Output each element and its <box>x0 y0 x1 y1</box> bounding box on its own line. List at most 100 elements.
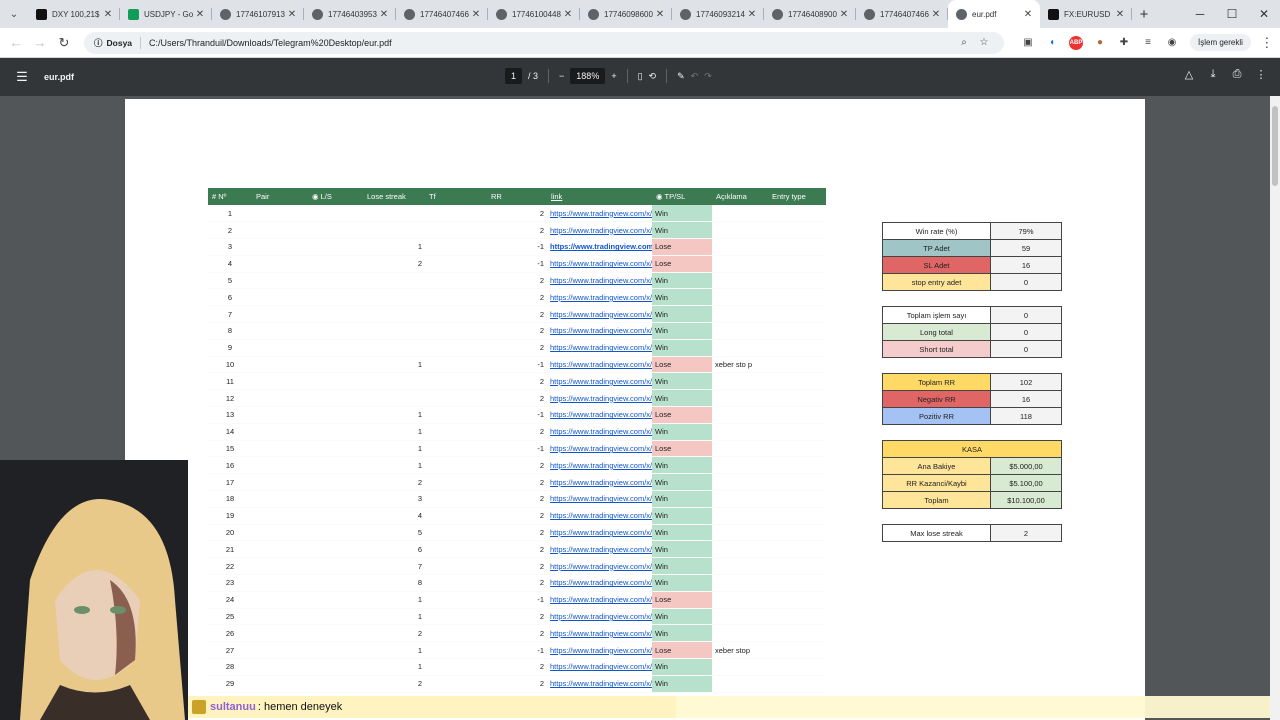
more-options-icon[interactable]: ⋮ <box>1254 68 1268 81</box>
cell-link[interactable]: https://www.tradingview.com/x/ <box>547 540 652 559</box>
url-text[interactable]: C:/Users/Thranduil/Downloads/Telegram%20… <box>149 38 954 48</box>
rotate-icon[interactable]: ⟲ <box>649 71 657 82</box>
tab-close-icon[interactable]: ✕ <box>1022 9 1034 20</box>
cell-link[interactable]: https://www.tradingview.com/x/ <box>547 272 652 290</box>
cell-link[interactable]: https://www.tradingview.com/x/ <box>547 305 652 324</box>
cell-link[interactable]: https://www.tradingview.com/x/ <box>547 356 652 374</box>
tab-close-icon[interactable]: ✕ <box>194 9 206 20</box>
cell-link[interactable]: https://www.tradingview.com/x/ <box>547 288 652 307</box>
audio-extension-icon[interactable]: ◖ <box>1042 33 1062 53</box>
cell-link[interactable]: https://www.tradingview.com/x/ <box>547 675 652 693</box>
tab-close-icon[interactable]: ✕ <box>102 9 114 20</box>
cell-empty <box>425 675 487 693</box>
cell-link[interactable]: https://www.tradingview.com/x/ <box>547 507 652 525</box>
tab-close-icon[interactable]: ✕ <box>654 9 666 20</box>
cell-streak: 2 <box>363 255 425 273</box>
cell-link[interactable]: https://www.tradingview.com/x/ <box>547 641 652 660</box>
tab-close-icon[interactable]: ✕ <box>930 9 942 20</box>
close-window-icon[interactable]: ✕ <box>1248 7 1280 21</box>
bookmark-star-icon[interactable]: ☆ <box>974 37 994 48</box>
cell-link[interactable]: https://www.tradingview.com/x/ <box>547 608 652 626</box>
cell-link[interactable]: https://www.tradingview.com/x/ <box>547 557 652 576</box>
zoom-out-icon[interactable]: − <box>559 71 564 81</box>
cell-link[interactable]: https://www.tradingview.com/x/ <box>547 658 652 676</box>
pdf-sidebar-menu-icon[interactable]: ☰ <box>0 69 44 85</box>
back-icon[interactable]: ← <box>4 35 28 50</box>
tab-close-icon[interactable]: ✕ <box>378 9 390 20</box>
tab-close-icon[interactable]: ✕ <box>470 9 482 20</box>
undo-icon[interactable]: ↶ <box>691 71 699 82</box>
cell-link[interactable]: https://www.tradingview.com/x/ <box>547 490 652 508</box>
extensions-puzzle-icon[interactable]: ✚ <box>1114 33 1134 53</box>
tab-10[interactable]: eur.pdf ✕ <box>948 0 1040 28</box>
print-icon[interactable]: ⎙ <box>1230 68 1244 81</box>
cell-link[interactable]: https://www.tradingview.com/x/ <box>547 322 652 340</box>
cell-link[interactable]: https://www.tradingview.com/x/ <box>547 423 652 441</box>
profile-avatar-icon[interactable]: ◉ <box>1162 33 1182 53</box>
annotate-icon[interactable]: ✎ <box>677 71 685 82</box>
zoom-level-input[interactable]: 188% <box>570 68 606 84</box>
tab-close-icon[interactable]: ✕ <box>1114 9 1126 20</box>
cell-link[interactable]: https://www.tradingview.com/x/ <box>547 389 652 408</box>
download-icon[interactable]: ⤓ <box>1206 68 1220 81</box>
cell-link[interactable]: https://www.tradingview.com/x/ <box>547 205 652 223</box>
cell-link[interactable]: https://www.tradingview.com/x/ <box>547 372 652 391</box>
maximize-icon[interactable]: ☐ <box>1216 7 1248 21</box>
fit-page-icon[interactable]: ▯ <box>638 71 643 82</box>
tab-5[interactable]: 17746100448 ✕ <box>488 0 580 28</box>
cell-empty <box>425 524 487 542</box>
minimize-icon[interactable]: ─ <box>1184 7 1216 21</box>
tab-0[interactable]: DXY 100,21$ ✕ <box>28 0 120 28</box>
reading-list-icon[interactable]: ≡ <box>1138 33 1158 53</box>
cell-link[interactable]: https://www.tradingview.com/x/ <box>547 624 652 643</box>
drive-save-icon[interactable]: △ <box>1182 68 1196 81</box>
tab-11[interactable]: FX:EURUSD ✕ <box>1040 0 1132 28</box>
cell-link[interactable]: https://www.tradingview.com/x/ <box>547 238 652 256</box>
reload-icon[interactable]: ↻ <box>52 35 76 51</box>
cell-link[interactable]: https://www.tradingview.com/x/ <box>547 221 652 240</box>
tab-close-icon[interactable]: ✕ <box>746 9 758 20</box>
cell-tp: Win <box>652 507 712 525</box>
cell-link[interactable]: https://www.tradingview.com/x/ <box>547 255 652 273</box>
tab-2[interactable]: 17746107913 ✕ <box>212 0 304 28</box>
tab-close-icon[interactable]: ✕ <box>838 9 850 20</box>
tab-7[interactable]: 17746093214 ✕ <box>672 0 764 28</box>
pdf-viewer[interactable]: # Nº Pair ◉ L/S Lose streak Tf RR link ◉ TP/SL A… <box>0 96 1270 720</box>
cell-link[interactable]: https://www.tradingview.com/x/ <box>547 574 652 592</box>
column-header-label: L/S <box>320 192 332 201</box>
cell-link[interactable]: https://www.tradingview.com/x/ <box>547 473 652 492</box>
scrollbar-thumb[interactable] <box>1272 106 1278 186</box>
redo-icon[interactable]: ↷ <box>704 71 712 82</box>
cell-link[interactable]: https://www.tradingview.com/x/ <box>547 440 652 458</box>
adblock-icon[interactable]: ABP <box>1066 33 1086 53</box>
address-bar[interactable]: ⓘ Dosya C:/Users/Thranduil/Downloads/Tele… <box>84 31 1004 54</box>
site-info-chip[interactable]: ⓘ Dosya <box>94 36 142 49</box>
vertical-scrollbar[interactable] <box>1270 96 1280 720</box>
page-number-input[interactable]: 1 <box>505 68 523 84</box>
cell-tp: Lose <box>652 440 712 458</box>
forward-icon[interactable]: → <box>28 35 52 50</box>
cell-link[interactable]: https://www.tradingview.com/x/ <box>547 591 652 609</box>
tab-close-icon[interactable]: ✕ <box>562 9 574 20</box>
browser-menu-icon[interactable]: ⋮ <box>1255 35 1279 51</box>
cookie-extension-icon[interactable]: ● <box>1090 33 1110 53</box>
cell-streak <box>363 339 425 357</box>
tab-9[interactable]: 17746407466 ✕ <box>856 0 948 28</box>
cell-link[interactable]: https://www.tradingview.com/x/ <box>547 339 652 357</box>
cell-link[interactable]: https://www.tradingview.com/x/ <box>547 406 652 424</box>
cell-link[interactable]: https://www.tradingview.com/x/ <box>547 456 652 475</box>
cast-icon[interactable]: ▣ <box>1018 33 1038 53</box>
zoom-in-icon[interactable]: + <box>611 71 616 81</box>
zoom-icon[interactable]: ⌕ <box>954 37 974 48</box>
tab-search-button[interactable]: ⌄ <box>0 0 28 28</box>
tab-close-icon[interactable]: ✕ <box>286 9 298 20</box>
tab-6[interactable]: 17746098600 ✕ <box>580 0 672 28</box>
tab-8[interactable]: 17746408900 ✕ <box>764 0 856 28</box>
tab-4[interactable]: 17746407466 ✕ <box>396 0 488 28</box>
column-header-label: link <box>551 192 563 201</box>
cell-link[interactable]: https://www.tradingview.com/x/ <box>547 524 652 542</box>
action-required-button[interactable]: İşlem gerekli <box>1190 34 1251 51</box>
tab-3[interactable]: 17746403953 ✕ <box>304 0 396 28</box>
new-tab-button[interactable]: + <box>1132 6 1156 23</box>
tab-1[interactable]: USDJPY - Go ✕ <box>120 0 212 28</box>
